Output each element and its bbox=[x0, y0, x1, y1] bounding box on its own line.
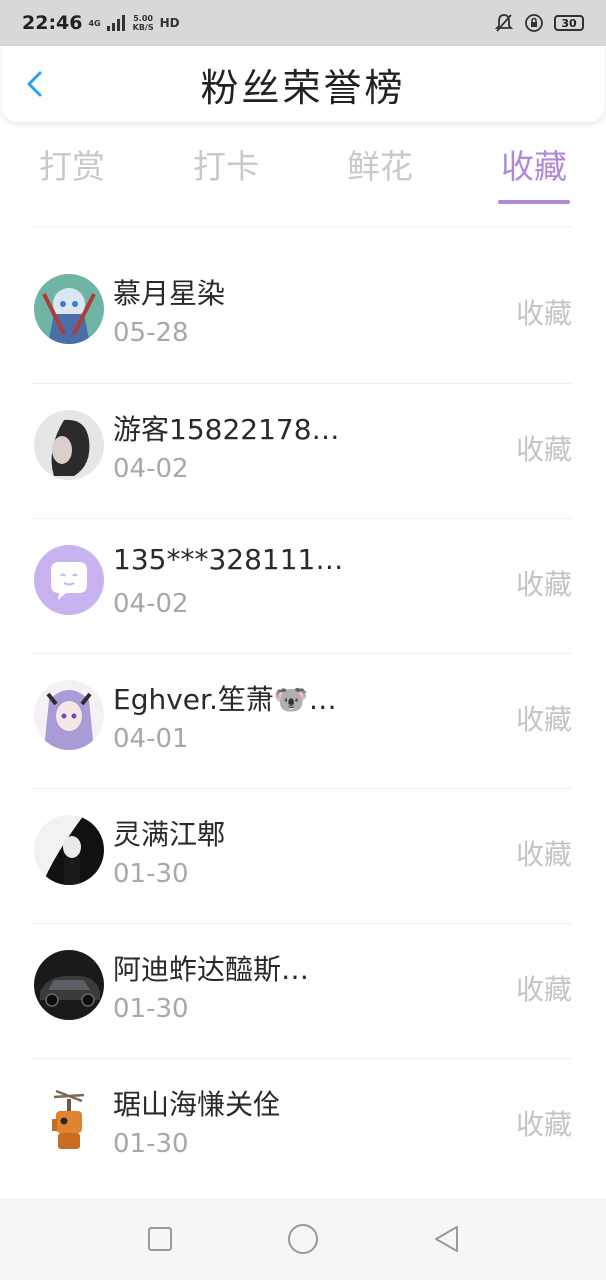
fan-date: 01-30 bbox=[113, 1129, 189, 1159]
fan-date: 04-02 bbox=[113, 589, 189, 619]
fan-action-label: 收藏 bbox=[515, 838, 572, 871]
divider bbox=[32, 226, 572, 228]
fan-name: 游客15822178… bbox=[113, 413, 340, 446]
avatar[interactable] bbox=[34, 1085, 104, 1155]
fan-name: Eghver.笙萧🐨… bbox=[113, 683, 337, 716]
tab-favorites[interactable]: 收藏 bbox=[494, 140, 574, 210]
fan-date: 04-01 bbox=[113, 724, 189, 754]
avatar[interactable] bbox=[34, 950, 104, 1020]
fan-action-label: 收藏 bbox=[515, 973, 572, 1006]
home-icon[interactable] bbox=[286, 1222, 320, 1256]
tab-checkin[interactable]: 打卡 bbox=[186, 140, 266, 210]
fan-action-label: 收藏 bbox=[515, 1108, 572, 1141]
list-item[interactable]: 135***328111… 04-02 收藏 bbox=[32, 518, 572, 653]
network-speed: 5.00 bbox=[133, 14, 153, 23]
avatar[interactable] bbox=[34, 815, 104, 885]
fan-name: 135***328111… bbox=[113, 543, 344, 576]
mute-bell-icon bbox=[494, 14, 514, 32]
list-item[interactable]: Eghver.笙萧🐨… 04-01 收藏 bbox=[32, 653, 572, 788]
fan-name: 慕月星染 bbox=[113, 277, 226, 310]
list-item[interactable]: 慕月星染 05-28 收藏 bbox=[32, 248, 572, 383]
avatar[interactable] bbox=[34, 274, 104, 344]
fan-name: 琚山海慊关佺 bbox=[113, 1088, 282, 1121]
lock-rotation-icon bbox=[525, 14, 543, 32]
page-header: 粉丝荣誉榜 bbox=[2, 46, 604, 122]
network-type: 4G bbox=[88, 18, 101, 28]
tab-flowers[interactable]: 鲜花 bbox=[340, 140, 420, 210]
status-bar: 22:46 4G 5.00 KB/S HD 30 bbox=[0, 0, 606, 46]
signal-icon bbox=[106, 15, 125, 31]
recent-apps-icon[interactable] bbox=[146, 1225, 174, 1253]
avatar[interactable] bbox=[34, 680, 104, 750]
system-nav-bar bbox=[0, 1198, 606, 1280]
tab-reward[interactable]: 打赏 bbox=[32, 140, 112, 210]
page-title: 粉丝荣誉榜 bbox=[200, 65, 406, 110]
fan-list: 慕月星染 05-28 收藏 游客15822178… 04-02 收藏 135**… bbox=[32, 248, 572, 1193]
tab-bar: 打赏 打卡 鲜花 收藏 bbox=[32, 140, 574, 210]
fan-date: 01-30 bbox=[113, 859, 189, 889]
status-time: 22:46 bbox=[22, 12, 83, 34]
avatar[interactable] bbox=[34, 545, 104, 615]
fan-date: 04-02 bbox=[113, 454, 189, 484]
list-item[interactable]: 阿迪蚱达醯斯… 01-30 收藏 bbox=[32, 923, 572, 1058]
fan-date: 01-30 bbox=[113, 994, 189, 1024]
back-arrow-icon[interactable] bbox=[20, 68, 52, 100]
fan-action-label: 收藏 bbox=[515, 297, 572, 330]
fan-name: 阿迪蚱达醯斯… bbox=[113, 953, 310, 986]
list-item[interactable]: 灵满江郫 01-30 收藏 bbox=[32, 788, 572, 923]
fan-action-label: 收藏 bbox=[515, 703, 572, 736]
hd-badge: HD bbox=[159, 15, 180, 30]
list-item[interactable]: 游客15822178… 04-02 收藏 bbox=[32, 383, 572, 518]
battery-indicator: 30 bbox=[554, 15, 584, 31]
network-speed-unit: KB/S bbox=[132, 23, 154, 32]
avatar[interactable] bbox=[34, 410, 104, 480]
fan-action-label: 收藏 bbox=[515, 568, 572, 601]
back-triangle-icon[interactable] bbox=[432, 1224, 460, 1254]
fan-name: 灵满江郫 bbox=[113, 818, 226, 851]
fan-action-label: 收藏 bbox=[515, 433, 572, 466]
list-item[interactable]: 琚山海慊关佺 01-30 收藏 bbox=[32, 1058, 572, 1193]
fan-date: 05-28 bbox=[113, 318, 189, 348]
